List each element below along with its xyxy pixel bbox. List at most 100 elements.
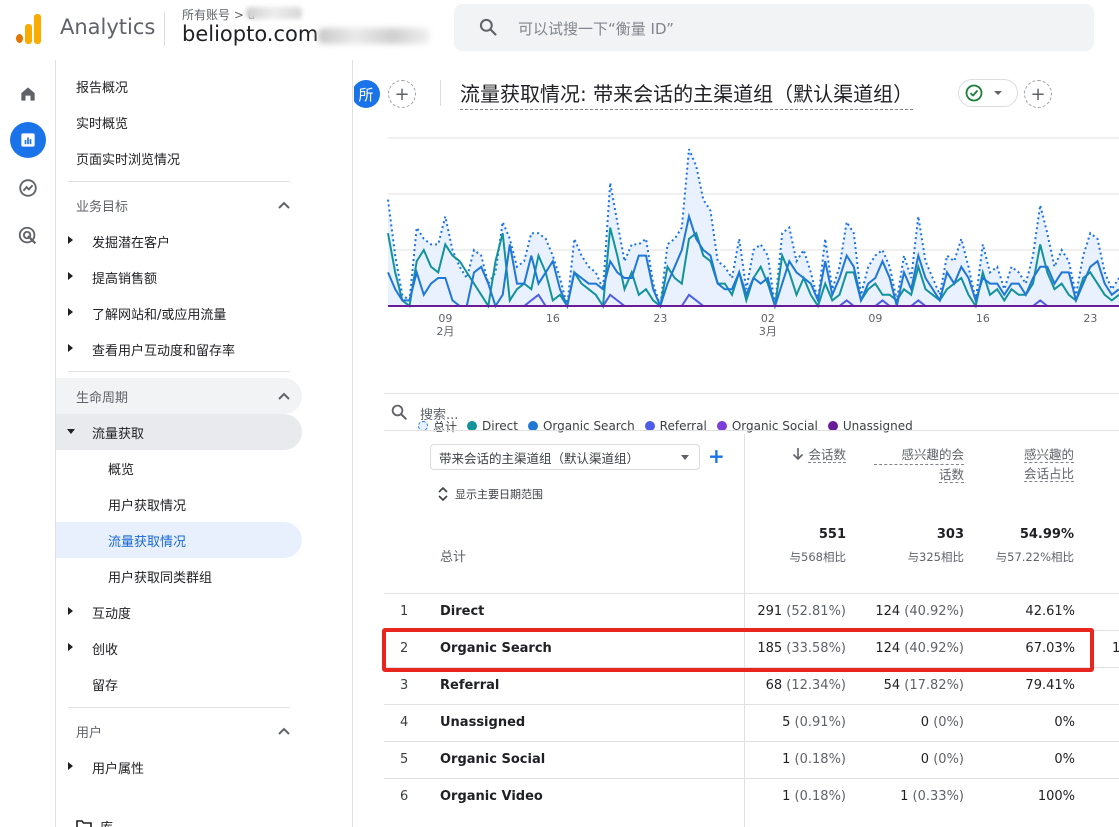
col-header-sessions[interactable]: 会话数 <box>764 445 846 464</box>
nav-label: 互动度 <box>92 606 132 622</box>
table-row[interactable]: 4 Unassigned 5 (0.91%) 0 (0%) 0% <box>384 704 1119 741</box>
comparison-badge[interactable]: 所 <box>354 80 380 108</box>
x-tick-label: 16 <box>546 312 560 325</box>
home-icon[interactable] <box>10 76 46 112</box>
nav-section-business[interactable]: 业务目标 <box>56 187 302 223</box>
divider <box>440 80 441 106</box>
nav-label: 发掘潜在客户 <box>92 235 171 251</box>
nav-section-lifecycle[interactable]: 生命周期 <box>56 378 302 414</box>
add-card-button[interactable]: + <box>1024 80 1052 108</box>
total-rate: 54.99% <box>1019 527 1074 542</box>
cell-next-column: 1 <box>1112 641 1119 656</box>
chevron-up-icon <box>278 727 290 735</box>
table-search[interactable]: 搜索... <box>384 393 1119 431</box>
reports-icon[interactable] <box>10 122 46 158</box>
x-tick-label: 23 <box>1083 312 1097 325</box>
x-tick-label: 02 <box>761 312 775 325</box>
col-header-engaged-sessions[interactable]: 感兴趣的会 话数 <box>874 445 964 484</box>
cell-engaged: 1 (0.33%) <box>844 789 964 804</box>
redacted-property <box>318 28 430 44</box>
nav-item-traffic-acquisition[interactable]: 流量获取情况 <box>56 522 302 558</box>
app-name[interactable]: Analytics <box>60 15 155 39</box>
series-area-total <box>388 149 1119 306</box>
engaged-pct: (40.92%) <box>904 641 964 656</box>
nav-item-monetization[interactable]: 创收 <box>56 630 302 666</box>
table-row[interactable]: 5 Organic Social 1 (0.18%) 0 (0%) 0% <box>384 741 1119 778</box>
nav-section-user[interactable]: 用户 <box>56 713 302 749</box>
sessions-value: 5 <box>782 715 791 730</box>
page-title[interactable]: 流量获取情况: 带来会话的主渠道组（默认渠道组） <box>460 78 914 110</box>
total-sessions: 551 <box>818 527 846 542</box>
nav-item-engagement-retention[interactable]: 查看用户互动度和留存率 <box>56 331 302 367</box>
nav-item-library[interactable]: 库 <box>56 808 302 827</box>
account-breadcrumb[interactable]: 所有账号 > u <box>182 6 255 23</box>
nav-item-acquisition[interactable]: 流量获取 <box>56 414 302 450</box>
row-channel[interactable]: Direct <box>440 604 484 619</box>
add-comparison-button[interactable]: + <box>388 80 416 108</box>
table-row[interactable]: 3 Referral 68 (12.34%) 54 (17.82%) 79.41% <box>384 667 1119 704</box>
cell-engaged: 124 (40.92%) <box>844 641 964 656</box>
nav-item-retention[interactable]: 留存 <box>56 666 302 702</box>
analytics-logo[interactable] <box>16 12 42 44</box>
nav-item-acq-overview[interactable]: 概览 <box>56 450 302 486</box>
property-name[interactable]: beliopto.com <box>182 22 318 46</box>
row-channel[interactable]: Organic Search <box>440 641 552 656</box>
search-bar[interactable]: 可以试搜一下“衡量 ID” <box>454 4 1094 51</box>
section-label: 用户 <box>76 725 103 741</box>
nav-item-sales[interactable]: 提高销售额 <box>56 259 302 295</box>
report-header: 所 + 流量获取情况: 带来会话的主渠道组（默认渠道组） + <box>354 60 1119 128</box>
nav-item-acq-cohort[interactable]: 用户获取同类群组 <box>56 558 302 594</box>
engaged-pct: (0%) <box>933 752 964 767</box>
nav-reports-snapshot[interactable]: 报告概况 <box>56 68 302 104</box>
cell-rate: 67.03% <box>1025 641 1075 656</box>
plus-icon: + <box>394 83 410 105</box>
nav-item-traffic[interactable]: 了解网站和/或应用流量 <box>56 295 302 331</box>
row-channel[interactable]: Organic Social <box>440 752 545 767</box>
sessions-value: 68 <box>765 678 783 693</box>
row-channel[interactable]: Organic Video <box>440 789 543 804</box>
row-index: 2 <box>400 641 409 656</box>
row-index: 1 <box>400 604 409 619</box>
row-channel[interactable]: Referral <box>440 678 499 693</box>
divider <box>68 371 290 372</box>
table-row[interactable]: 2 Organic Search 185 (33.58%) 124 (40.92%) 6… <box>384 630 1119 667</box>
expand-arrow-icon <box>68 308 73 316</box>
dimension-select[interactable]: 带来会话的主渠道组（默认渠道组） <box>430 444 700 470</box>
nav-item-user-acquisition[interactable]: 用户获取情况 <box>56 486 302 522</box>
engaged-pct: (17.82%) <box>904 678 964 693</box>
date-toggle-label: 显示主要日期范围 <box>455 488 543 501</box>
nav-item-user-attributes[interactable]: 用户属性 <box>56 749 302 785</box>
table-row[interactable]: 1 Direct 291 (52.81%) 124 (40.92%) 42.61% <box>384 593 1119 630</box>
cell-rate: 0% <box>1054 715 1075 730</box>
date-range-toggle[interactable]: 显示主要日期范围 <box>438 486 543 502</box>
engaged-pct: (0.33%) <box>912 789 964 804</box>
x-tick-label: 16 <box>976 312 990 325</box>
nav-realtime-overview[interactable]: 实时概览 <box>56 104 302 140</box>
engaged-pct: (40.92%) <box>904 604 964 619</box>
report-main: 所 + 流量获取情况: 带来会话的主渠道组（默认渠道组） + 09 16 23 02 0… <box>354 60 1119 827</box>
compare-engaged: 与325相比 <box>907 550 964 564</box>
sessions-value: 1 <box>782 752 791 767</box>
nav-item-engagement[interactable]: 互动度 <box>56 594 302 630</box>
report-status-dropdown[interactable] <box>958 79 1018 107</box>
row-channel[interactable]: Unassigned <box>440 715 525 730</box>
table-row[interactable]: 6 Organic Video 1 (0.18%) 1 (0.33%) 100% <box>384 778 1119 815</box>
search-icon <box>479 18 497 36</box>
col-header-label: 会话占比 <box>1023 466 1074 482</box>
cell-sessions: 5 (0.91%) <box>724 715 846 730</box>
nav-realtime-pages[interactable]: 页面实时浏览情况 <box>56 140 302 176</box>
col-header-engagement-rate[interactable]: 感兴趣的 会话占比 <box>984 445 1074 483</box>
totals-label: 总计 <box>440 550 467 565</box>
cell-sessions: 1 (0.18%) <box>724 752 846 767</box>
search-placeholder: 可以试搜一下“衡量 ID” <box>518 20 674 38</box>
row-index: 3 <box>400 678 409 693</box>
advertising-icon[interactable] <box>10 218 46 254</box>
line-chart: 09 16 23 02 09 16 23 2月 3月 总计 Direct Organic Searc… <box>384 128 1119 434</box>
nav-item-leads[interactable]: 发掘潜在客户 <box>56 223 302 259</box>
explore-icon[interactable] <box>10 170 46 206</box>
engaged-value: 1 <box>900 789 909 804</box>
add-dimension-button[interactable]: + <box>708 444 725 468</box>
folder-icon <box>76 820 92 827</box>
plus-icon: + <box>1030 83 1046 105</box>
chevron-up-icon <box>278 201 290 209</box>
